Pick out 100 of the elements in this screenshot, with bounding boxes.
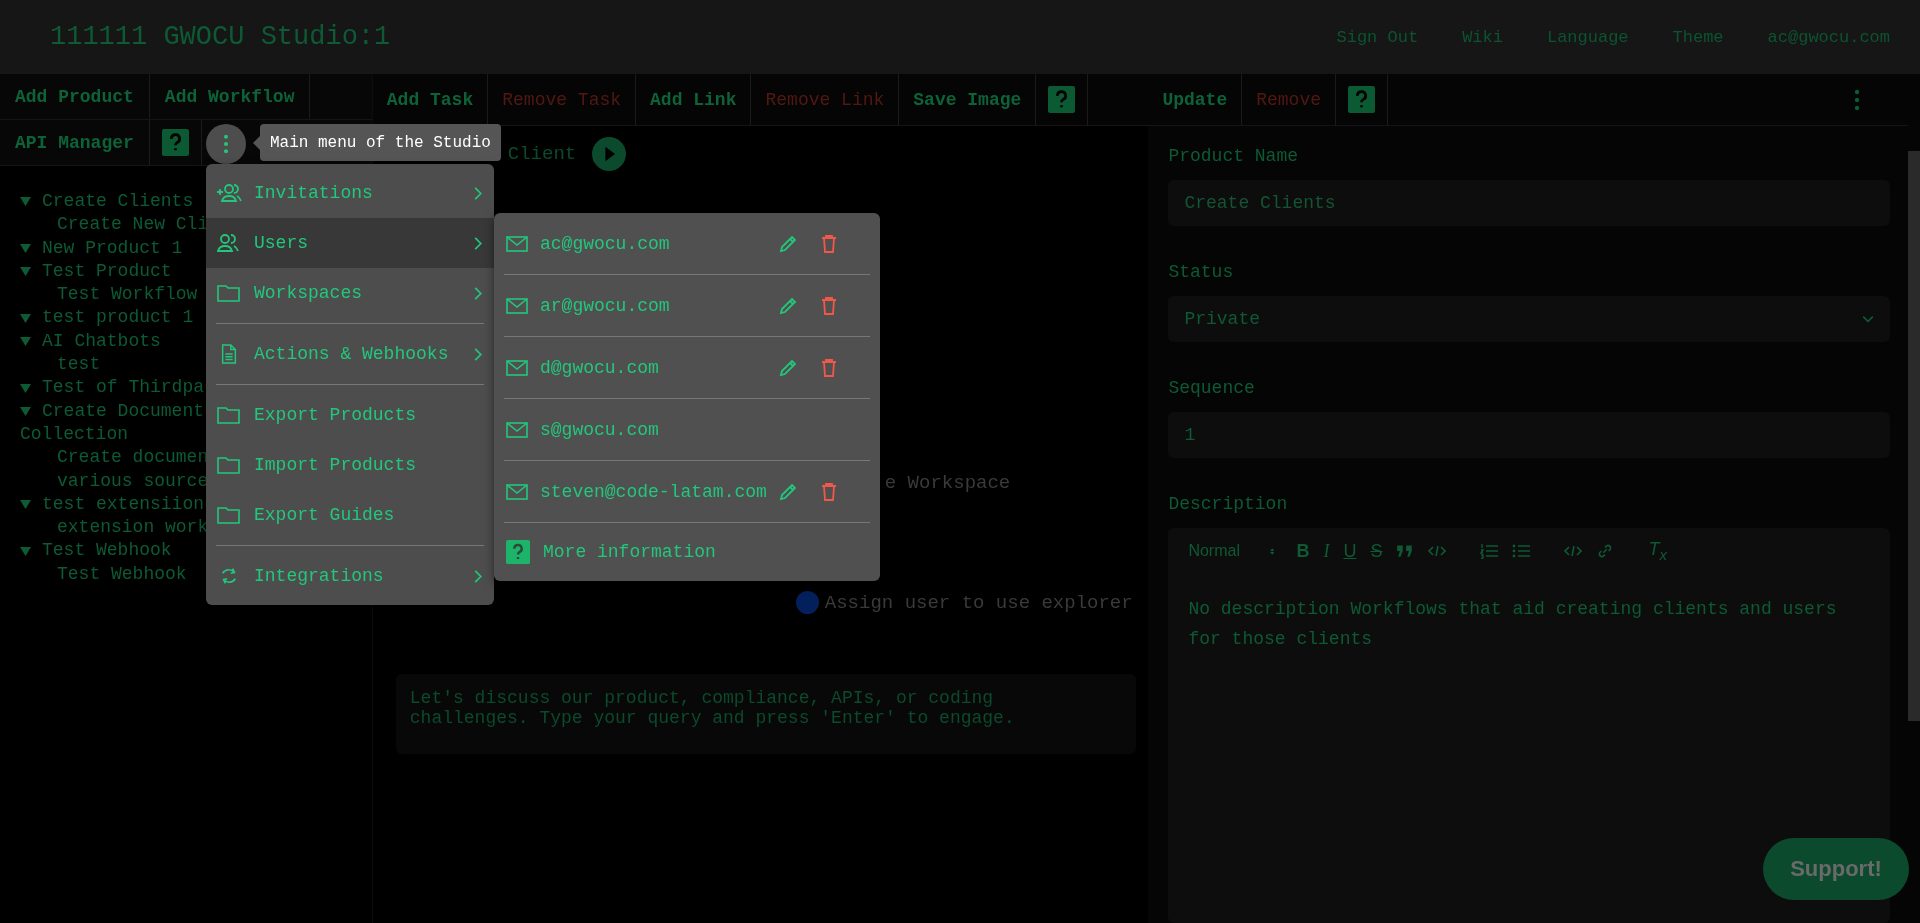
chevron-down-icon (1862, 315, 1874, 323)
menu-item[interactable]: Integrations (206, 551, 494, 601)
user-email[interactable]: ac@gwocu.com (540, 233, 778, 254)
field-label: Status (1168, 262, 1235, 282)
tree-item-continuation: various source (57, 469, 209, 493)
heading-style-dropdown[interactable]: Normal (1188, 542, 1275, 560)
menu-item[interactable]: Export Guides (206, 490, 494, 540)
menu-item[interactable]: Export Products (206, 390, 494, 440)
chevron-right-icon (474, 236, 482, 250)
toolbar-button[interactable]: Update (1148, 74, 1243, 125)
tree-item[interactable]: extension work (57, 516, 209, 540)
product-name-field[interactable]: Create Clients (1168, 180, 1890, 226)
user-row[interactable]: d@gwocu.com (504, 337, 870, 399)
user-row[interactable]: steven@code-latam.com (504, 461, 870, 523)
toolbar-button[interactable]: Add Product (0, 74, 150, 119)
menu-item[interactable]: Users (206, 218, 494, 268)
toolbar-button[interactable]: Save Image (899, 74, 1037, 125)
tree-item[interactable]: Test Workflow (57, 283, 198, 307)
edit-icon[interactable] (778, 357, 798, 378)
node-label: Client (507, 143, 577, 165)
folder-icon (216, 455, 242, 475)
folder-icon (216, 505, 242, 525)
add-user-icon (216, 183, 242, 203)
tree-item[interactable]: New Product 1 (42, 236, 183, 260)
header-link[interactable]: Wiki (1462, 27, 1503, 47)
menu-item[interactable]: Import Products (206, 440, 494, 490)
tree-item[interactable]: Test of Thirdpa (42, 376, 205, 400)
quote-icon[interactable] (1396, 543, 1415, 559)
user-row[interactable]: ar@gwocu.com (504, 275, 870, 337)
toggle-dot[interactable] (795, 591, 819, 614)
menu-item[interactable]: Invitations (206, 168, 494, 218)
menu-item[interactable]: Actions & Webhooks (206, 329, 494, 379)
user-row[interactable]: ac@gwocu.com (504, 213, 870, 275)
toolbar-button[interactable]: Add Workflow (149, 74, 311, 119)
edit-icon[interactable] (778, 233, 798, 254)
tree-item[interactable]: Create documen (57, 446, 209, 470)
more-information-link[interactable]: More information (543, 542, 781, 562)
chat-input[interactable]: Let's discuss our product, compliance, APIs, or coding challenges. Type your query and press 'Enter' to engage. (395, 674, 1136, 754)
tooltip: Main menu of the Studio (253, 124, 501, 161)
delete-icon[interactable] (819, 295, 839, 316)
code-block-icon[interactable] (1564, 543, 1583, 559)
edit-icon[interactable] (778, 481, 798, 502)
toolbar-button[interactable]: Add Link (636, 74, 752, 125)
help-icon[interactable] (1348, 86, 1376, 113)
help-icon[interactable] (1048, 86, 1076, 113)
tree-item[interactable]: test (57, 353, 101, 377)
user-email[interactable]: steven@code-latam.com (540, 481, 778, 502)
tree-item[interactable]: Create Clients (42, 190, 194, 214)
status-select[interactable]: Private (1168, 296, 1890, 342)
format-button[interactable]: U (1343, 540, 1357, 562)
field-label: Description (1168, 494, 1289, 514)
folder-icon (216, 405, 242, 425)
chevron-right-icon (474, 347, 482, 361)
help-icon (506, 540, 530, 564)
clear-format-button[interactable]: T$_{x}$ (1648, 539, 1667, 563)
format-button[interactable]: I (1323, 540, 1330, 562)
folder-icon (216, 283, 242, 303)
tree-item[interactable]: test extensiion (42, 492, 205, 517)
delete-icon[interactable] (819, 481, 839, 502)
header-link[interactable]: Theme (1672, 27, 1724, 47)
field-label: Product Name (1168, 146, 1300, 166)
toolbar-button[interactable]: Remove Link (751, 74, 900, 125)
header-link[interactable]: ac@gwocu.com (1767, 27, 1890, 47)
bullet-list-icon[interactable] (1512, 543, 1531, 559)
help-icon[interactable] (161, 129, 189, 156)
menu-item[interactable]: Workspaces (206, 268, 494, 318)
tree-item[interactable]: Create Document (42, 399, 205, 423)
user-row[interactable]: s@gwocu.com (504, 399, 870, 461)
tree-item-continuation: Collection (20, 422, 129, 446)
envelope-icon (506, 421, 528, 438)
toolbar-button[interactable]: API Manager (0, 120, 150, 165)
envelope-icon (506, 297, 528, 314)
tree-item[interactable]: Test Product (42, 259, 172, 284)
play-icon[interactable] (592, 137, 627, 171)
tree-item[interactable]: test product 1 (42, 306, 194, 330)
chevron-right-icon (474, 186, 482, 200)
tree-item[interactable]: Test Webhook (42, 539, 172, 563)
format-button[interactable]: B (1296, 540, 1310, 562)
more-options-icon[interactable] (1854, 88, 1860, 111)
support-button[interactable]: Support! (1763, 838, 1909, 900)
toolbar-button[interactable]: Remove (1242, 74, 1337, 125)
chevron-right-icon (474, 569, 482, 583)
tree-item[interactable]: Create New Cli (57, 213, 209, 237)
header-link[interactable]: Language (1546, 27, 1629, 47)
vertical-dots-icon (223, 134, 229, 154)
delete-icon[interactable] (819, 357, 839, 378)
user-email[interactable]: ar@gwocu.com (540, 295, 778, 316)
edit-icon[interactable] (778, 295, 798, 316)
format-button[interactable]: S (1370, 540, 1383, 562)
ordered-list-icon[interactable] (1480, 543, 1499, 559)
sequence-field[interactable]: 1 (1168, 412, 1890, 458)
tree-item[interactable]: AI Chatbots (42, 329, 161, 354)
user-email[interactable]: s@gwocu.com (540, 419, 778, 440)
user-email[interactable]: d@gwocu.com (540, 357, 778, 378)
delete-icon[interactable] (819, 233, 839, 254)
node-label: e Workspace (884, 472, 1011, 494)
code-icon[interactable] (1428, 543, 1447, 559)
envelope-icon (506, 483, 528, 500)
header-link[interactable]: Sign Out (1336, 27, 1419, 47)
tree-item[interactable]: Test Webhook (57, 562, 187, 587)
